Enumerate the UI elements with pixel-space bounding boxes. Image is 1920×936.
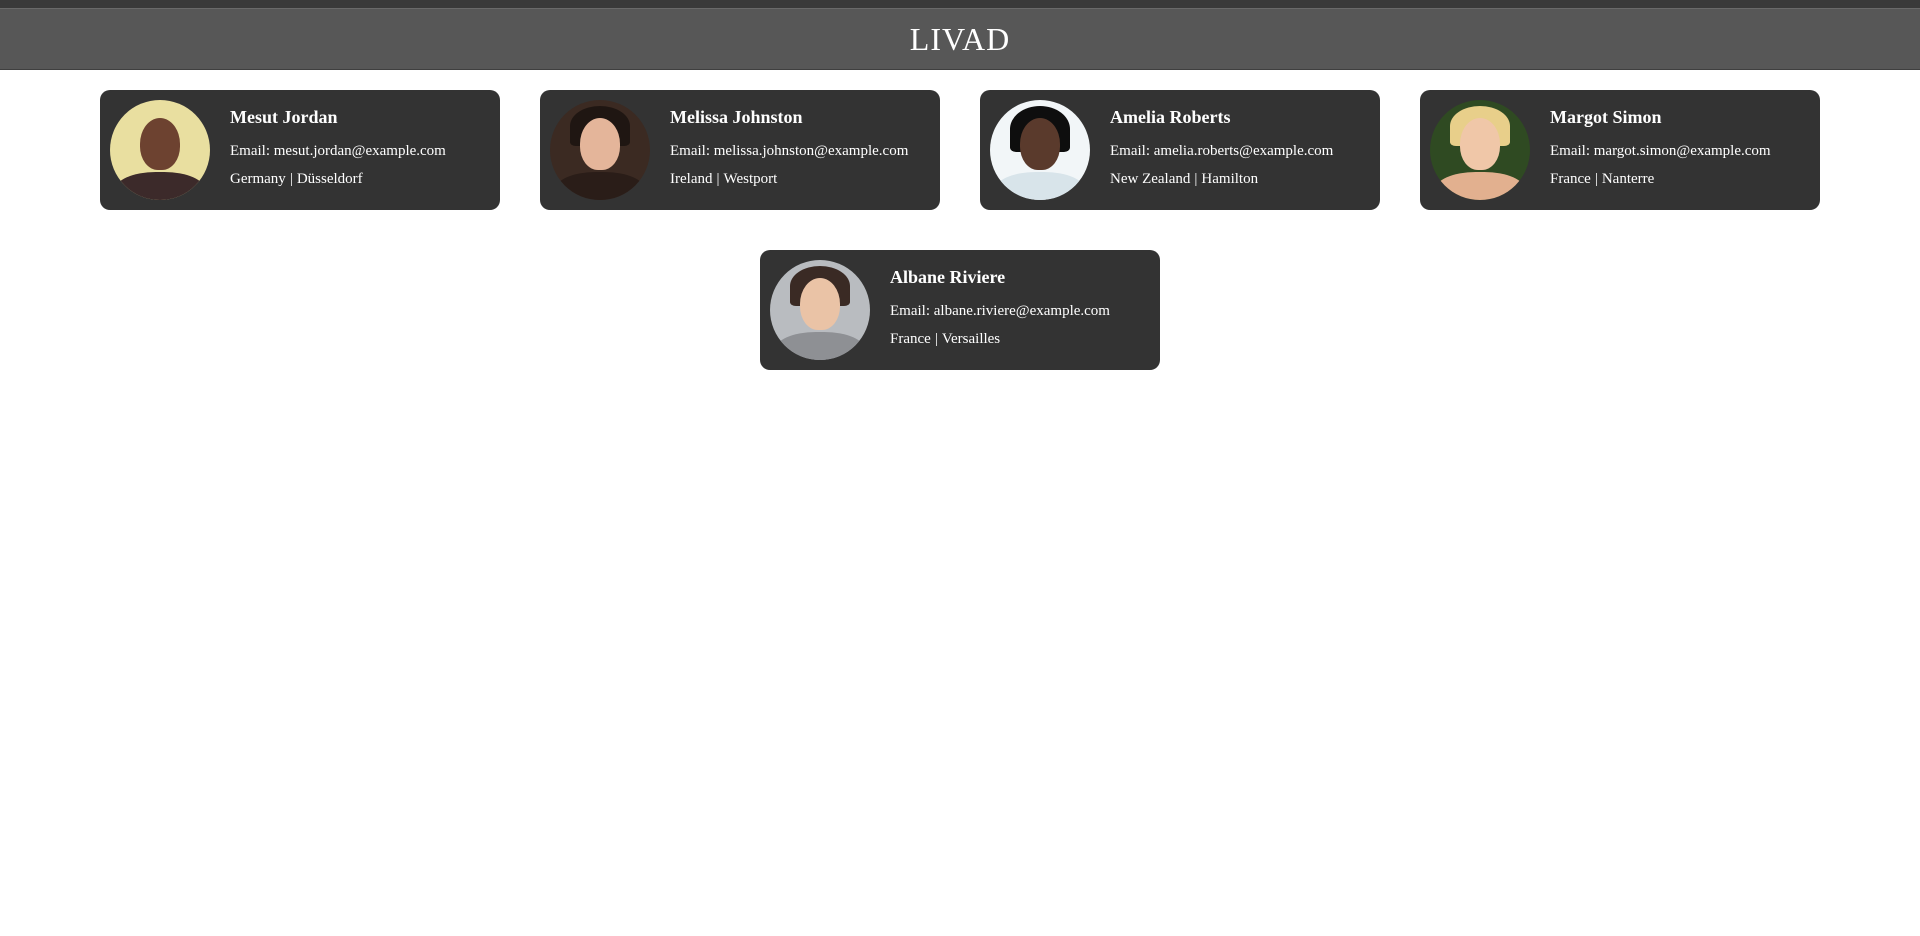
user-email: melissa.johnston@example.com: [713, 143, 909, 159]
user-email: amelia.roberts@example.com: [1153, 143, 1334, 159]
user-email-line: Email: mesut.jordan@example.com: [230, 137, 446, 165]
avatar: [770, 260, 870, 360]
user-card[interactable]: Mesut Jordan Email: mesut.jordan@example…: [100, 90, 500, 210]
user-city: Hamilton: [1201, 171, 1259, 187]
user-info: Melissa Johnston Email: melissa.johnston…: [670, 107, 908, 193]
user-card[interactable]: Albane Riviere Email: albane.riviere@exa…: [760, 250, 1160, 370]
top-strip: [0, 0, 1920, 8]
email-label: Email:: [1550, 143, 1590, 159]
site-header: LIVAD: [0, 8, 1920, 70]
avatar: [1430, 100, 1530, 200]
avatar: [550, 100, 650, 200]
user-name: Amelia Roberts: [1110, 107, 1231, 127]
user-location: New Zealand | Hamilton: [1110, 165, 1333, 193]
location-separator: |: [934, 331, 938, 347]
email-label: Email:: [1110, 143, 1150, 159]
location-separator: |: [1194, 171, 1198, 187]
user-city: Nanterre: [1601, 171, 1655, 187]
user-card[interactable]: Melissa Johnston Email: melissa.johnston…: [540, 90, 940, 210]
user-country: France: [890, 331, 931, 347]
user-city: Westport: [723, 171, 778, 187]
user-email-line: Email: margot.simon@example.com: [1550, 137, 1771, 165]
user-location: Germany | Düsseldorf: [230, 165, 446, 193]
user-name: Mesut Jordan: [230, 107, 338, 127]
location-separator: |: [1594, 171, 1598, 187]
email-label: Email:: [670, 143, 710, 159]
user-card[interactable]: Margot Simon Email: margot.simon@example…: [1420, 90, 1820, 210]
email-label: Email:: [230, 143, 270, 159]
user-info: Albane Riviere Email: albane.riviere@exa…: [890, 267, 1110, 353]
user-city: Versailles: [941, 331, 1001, 347]
user-info: Amelia Roberts Email: amelia.roberts@exa…: [1110, 107, 1333, 193]
user-location: France | Nanterre: [1550, 165, 1771, 193]
user-location: France | Versailles: [890, 325, 1110, 353]
user-info: Margot Simon Email: margot.simon@example…: [1550, 107, 1771, 193]
user-email-line: Email: albane.riviere@example.com: [890, 297, 1110, 325]
user-card-grid: Mesut Jordan Email: mesut.jordan@example…: [0, 70, 1920, 370]
user-country: Germany: [230, 171, 286, 187]
user-email-line: Email: amelia.roberts@example.com: [1110, 137, 1333, 165]
email-label: Email:: [890, 303, 930, 319]
user-country: France: [1550, 171, 1591, 187]
location-separator: |: [289, 171, 293, 187]
user-card[interactable]: Amelia Roberts Email: amelia.roberts@exa…: [980, 90, 1380, 210]
user-info: Mesut Jordan Email: mesut.jordan@example…: [230, 107, 446, 193]
user-location: Ireland | Westport: [670, 165, 908, 193]
user-name: Albane Riviere: [890, 267, 1006, 287]
user-name: Melissa Johnston: [670, 107, 803, 127]
user-email-line: Email: melissa.johnston@example.com: [670, 137, 908, 165]
location-separator: |: [716, 171, 720, 187]
user-email: albane.riviere@example.com: [933, 303, 1110, 319]
site-title: LIVAD: [909, 21, 1011, 57]
user-email: margot.simon@example.com: [1593, 143, 1771, 159]
user-country: New Zealand: [1110, 171, 1191, 187]
avatar: [990, 100, 1090, 200]
user-city: Düsseldorf: [296, 171, 363, 187]
user-country: Ireland: [670, 171, 713, 187]
avatar: [110, 100, 210, 200]
user-email: mesut.jordan@example.com: [273, 143, 446, 159]
user-name: Margot Simon: [1550, 107, 1662, 127]
